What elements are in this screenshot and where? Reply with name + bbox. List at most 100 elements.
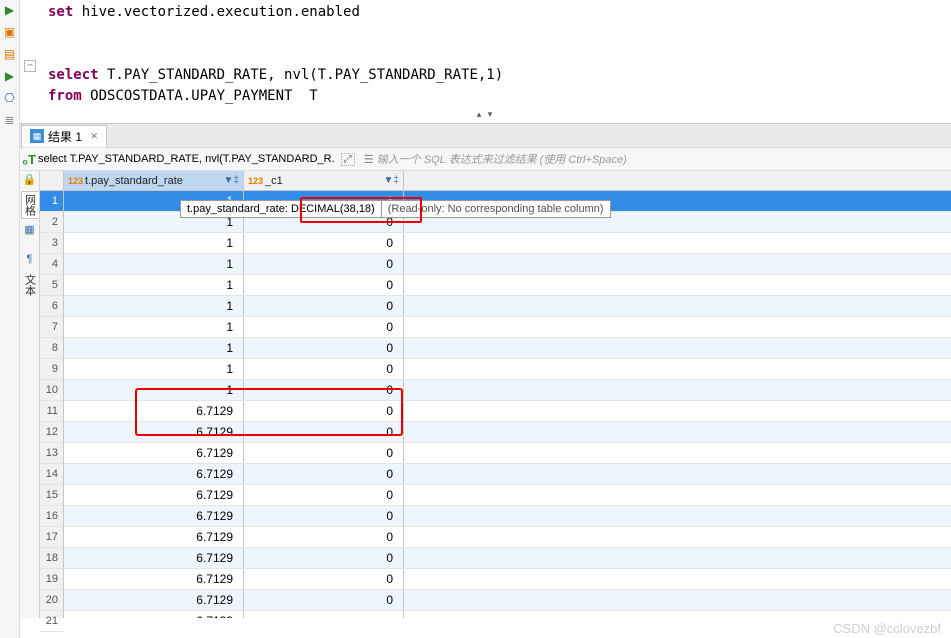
execute-plan-icon[interactable]: ▤ — [2, 46, 18, 62]
col2-filter-icon[interactable]: ▼‡ — [384, 175, 399, 186]
row-number[interactable]: 11 — [40, 401, 63, 422]
row-number[interactable]: 18 — [40, 548, 63, 569]
cell-pay-standard-rate[interactable]: 6.7129 — [64, 506, 244, 526]
cell-pay-standard-rate[interactable]: 6.7129 — [64, 443, 244, 463]
filter-icon[interactable]: ☰ — [361, 153, 377, 166]
result-tab-1[interactable]: ▦ 结果 1 ⨯ — [21, 125, 107, 147]
row-number[interactable]: 17 — [40, 527, 63, 548]
cell-c1[interactable]: 0 — [244, 317, 404, 337]
table-row[interactable]: 6.71290 — [64, 485, 951, 506]
row-number[interactable]: 8 — [40, 338, 63, 359]
history-icon[interactable]: ≣ — [2, 112, 18, 128]
cell-pay-standard-rate[interactable]: 6.7129 — [64, 590, 244, 610]
table-row[interactable]: 10 — [64, 296, 951, 317]
cell-pay-standard-rate[interactable]: 6.7129 — [64, 527, 244, 547]
table-row[interactable]: 10 — [64, 233, 951, 254]
line1-text: hive.vectorized.execution.enabled — [73, 4, 360, 20]
execute-script-icon[interactable]: ▣ — [2, 24, 18, 40]
cell-pay-standard-rate[interactable]: 1 — [64, 317, 244, 337]
fold-icon[interactable]: − — [24, 60, 36, 72]
expand-query-icon[interactable]: ⤢ — [341, 153, 355, 166]
cell-c1[interactable]: 0 — [244, 296, 404, 316]
table-row[interactable]: 6.71290 — [64, 548, 951, 569]
cell-pay-standard-rate[interactable]: 1 — [64, 359, 244, 379]
table-row[interactable]: 10 — [64, 275, 951, 296]
cell-pay-standard-rate[interactable]: 6.7129 — [64, 548, 244, 568]
table-row[interactable]: 6.71290 — [64, 590, 951, 611]
cell-c1[interactable]: 0 — [244, 590, 404, 610]
row-number[interactable]: 2 — [40, 212, 63, 233]
table-row[interactable]: 6.71290 — [64, 464, 951, 485]
col1-name: t.pay_standard_rate — [85, 175, 183, 187]
cell-c1[interactable]: 0 — [244, 506, 404, 526]
col2-type-icon: 123 — [248, 176, 263, 186]
filter-hint[interactable]: 输入一个 SQL 表达式来过滤结果 (使用 Ctrl+Space) — [377, 151, 627, 167]
cell-pay-standard-rate[interactable]: 1 — [64, 275, 244, 295]
row-number[interactable]: 21 — [40, 611, 63, 632]
row-number[interactable]: 14 — [40, 464, 63, 485]
cell-c1[interactable]: 0 — [244, 338, 404, 358]
row-number[interactable]: 13 — [40, 443, 63, 464]
row-number[interactable]: 6 — [40, 296, 63, 317]
row-number[interactable]: 12 — [40, 422, 63, 443]
column-header-c1[interactable]: 123 _c1 ▼‡ — [244, 171, 404, 190]
col2-name: _c1 — [265, 175, 283, 187]
row-number[interactable]: 4 — [40, 254, 63, 275]
cell-c1[interactable]: 0 — [244, 527, 404, 547]
table-row[interactable]: 10 — [64, 254, 951, 275]
cell-c1[interactable] — [244, 611, 404, 618]
cell-pay-standard-rate[interactable]: 6.7129 — [64, 611, 244, 618]
cell-pay-standard-rate[interactable]: 1 — [64, 233, 244, 253]
cell-pay-standard-rate[interactable]: 6.7129 — [64, 569, 244, 589]
cell-c1[interactable]: 0 — [244, 464, 404, 484]
row-number[interactable]: 1 — [40, 191, 63, 212]
cell-pay-standard-rate[interactable]: 6.7129 — [64, 485, 244, 505]
cell-pay-standard-rate[interactable]: 1 — [64, 338, 244, 358]
cell-pay-standard-rate[interactable]: 1 — [64, 296, 244, 316]
run-icon[interactable]: ▶ — [2, 2, 18, 18]
cell-c1[interactable]: 0 — [244, 485, 404, 505]
table-row[interactable]: 6.71290 — [64, 506, 951, 527]
cell-c1[interactable]: 0 — [244, 275, 404, 295]
cell-pay-standard-rate[interactable]: 6.7129 — [64, 464, 244, 484]
cell-c1[interactable]: 0 — [244, 548, 404, 568]
cell-c1[interactable]: 0 — [244, 254, 404, 274]
row-number[interactable]: 19 — [40, 569, 63, 590]
row-number[interactable]: 16 — [40, 506, 63, 527]
row-number[interactable]: 3 — [40, 233, 63, 254]
grid-header: 123 t.pay_standard_rate ▼‡ 123 _c1 ▼‡ — [64, 171, 951, 191]
query-text[interactable]: select T.PAY_STANDARD_RATE, nvl(T.PAY_ST… — [38, 153, 335, 165]
collapse-icon: ▴ ▾ — [477, 109, 495, 120]
cell-c1[interactable]: 0 — [244, 569, 404, 589]
cell-c1[interactable]: 0 — [244, 359, 404, 379]
lock-icon[interactable]: 🔒 — [23, 173, 37, 187]
cell-c1[interactable]: 0 — [244, 233, 404, 253]
column-header-pay-standard-rate[interactable]: 123 t.pay_standard_rate ▼‡ — [64, 171, 244, 190]
col1-filter-icon[interactable]: ▼‡ — [224, 175, 239, 186]
table-row[interactable]: 6.7129 — [64, 611, 951, 618]
table-row[interactable]: 6.71290 — [64, 569, 951, 590]
row-number[interactable]: 15 — [40, 485, 63, 506]
table-row[interactable]: 10 — [64, 338, 951, 359]
explain-icon[interactable]: ⎔ — [2, 90, 18, 106]
cell-c1[interactable]: 0 — [244, 443, 404, 463]
panel-collapse-bar[interactable]: ▴ ▾ — [20, 105, 951, 123]
cell-pay-standard-rate[interactable]: 1 — [64, 254, 244, 274]
side-tab-text[interactable]: 文本 — [21, 271, 39, 299]
row-number[interactable]: 7 — [40, 317, 63, 338]
row-number[interactable]: 5 — [40, 275, 63, 296]
commit-icon[interactable]: ▶ — [2, 68, 18, 84]
close-tab-icon[interactable]: ⨯ — [90, 131, 98, 142]
sql-editor[interactable]: − set hive.vectorized.execution.enabled … — [20, 0, 951, 105]
table-row[interactable]: 10 — [64, 359, 951, 380]
row-number[interactable]: 20 — [40, 590, 63, 611]
row-number[interactable]: 9 — [40, 359, 63, 380]
query-prefix-icon: ₀T — [20, 152, 38, 167]
grid-mode-icon[interactable]: ▦ — [23, 223, 37, 237]
side-tab-grid[interactable]: 网格 — [21, 191, 39, 219]
table-row[interactable]: 6.71290 — [64, 443, 951, 464]
row-number[interactable]: 10 — [40, 380, 63, 401]
table-row[interactable]: 6.71290 — [64, 527, 951, 548]
text-mode-icon[interactable]: ¶ — [23, 253, 37, 267]
table-row[interactable]: 10 — [64, 317, 951, 338]
